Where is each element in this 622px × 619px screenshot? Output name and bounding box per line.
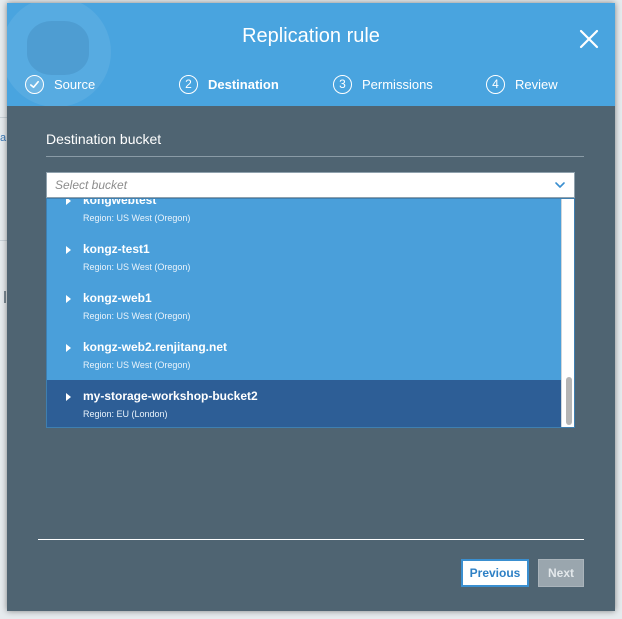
bucket-name: kongz-test1	[83, 242, 150, 256]
previous-button[interactable]: Previous	[461, 559, 529, 587]
step-number: 4	[486, 74, 505, 94]
section-divider	[46, 156, 584, 157]
caret-right-icon	[66, 199, 71, 205]
backdrop-marker	[4, 291, 6, 303]
bucket-select[interactable]: Select bucket	[46, 172, 575, 198]
caret-right-icon	[66, 393, 71, 401]
bucket-option[interactable]: kongz-web1 Region: US West (Oregon)	[47, 282, 561, 331]
chevron-down-icon	[555, 182, 565, 188]
footer-divider	[38, 539, 584, 540]
bucket-name: kongz-web2.renjitang.net	[83, 340, 228, 354]
step-label: Source	[54, 76, 96, 92]
step-number: 3	[333, 74, 352, 94]
step-source[interactable]: Source	[25, 71, 95, 97]
destination-bucket-label: Destination bucket	[46, 131, 162, 147]
next-button[interactable]: Next	[538, 559, 584, 587]
step-label: Review	[515, 76, 558, 92]
bucket-region: Region: EU (London)	[83, 409, 168, 419]
bucket-name: my-storage-workshop-bucket2	[83, 389, 258, 403]
bucket-select-placeholder: Select bucket	[55, 178, 128, 192]
modal-title: Replication rule	[242, 25, 380, 47]
bucket-region: Region: US West (Oregon)	[83, 262, 191, 272]
check-icon	[25, 74, 44, 94]
bucket-option[interactable]: kongwebtest Region: US West (Oregon)	[47, 198, 561, 233]
bucket-option[interactable]: kongz-web2.renjitang.net Region: US West…	[47, 331, 561, 380]
scrollbar-thumb[interactable]	[566, 377, 572, 425]
bucket-region: Region: US West (Oregon)	[83, 311, 191, 321]
step-permissions[interactable]: 3 Permissions	[333, 71, 433, 97]
step-number: 2	[179, 74, 198, 94]
step-label: Destination	[208, 76, 279, 92]
replication-rule-modal: Replication rule Source 2 Destination 3 …	[7, 3, 615, 611]
caret-right-icon	[66, 344, 71, 352]
backdrop-link-fragment: a	[0, 132, 7, 144]
caret-right-icon	[66, 295, 71, 303]
bucket-name: kongwebtest	[83, 198, 157, 207]
bucket-list: kongwebtest Region: US West (Oregon) kon…	[47, 198, 561, 427]
bucket-option[interactable]: kongz-test1 Region: US West (Oregon)	[47, 233, 561, 282]
modal-header: Replication rule Source 2 Destination 3 …	[7, 3, 615, 106]
dropdown-scrollbar[interactable]	[561, 199, 574, 427]
step-destination[interactable]: 2 Destination	[179, 71, 279, 97]
caret-right-icon	[66, 246, 71, 254]
wizard-steps: Source 2 Destination 3 Permissions 4 Rev…	[7, 71, 615, 97]
bucket-name: kongz-web1	[83, 291, 152, 305]
bucket-option-selected[interactable]: my-storage-workshop-bucket2 Region: EU (…	[47, 380, 561, 427]
step-review[interactable]: 4 Review	[486, 71, 558, 97]
bucket-region: Region: US West (Oregon)	[83, 360, 191, 370]
bucket-dropdown[interactable]: kongwebtest Region: US West (Oregon) kon…	[46, 198, 575, 428]
step-label: Permissions	[362, 76, 433, 92]
bucket-region: Region: US West (Oregon)	[83, 213, 191, 223]
close-icon[interactable]	[577, 27, 601, 51]
